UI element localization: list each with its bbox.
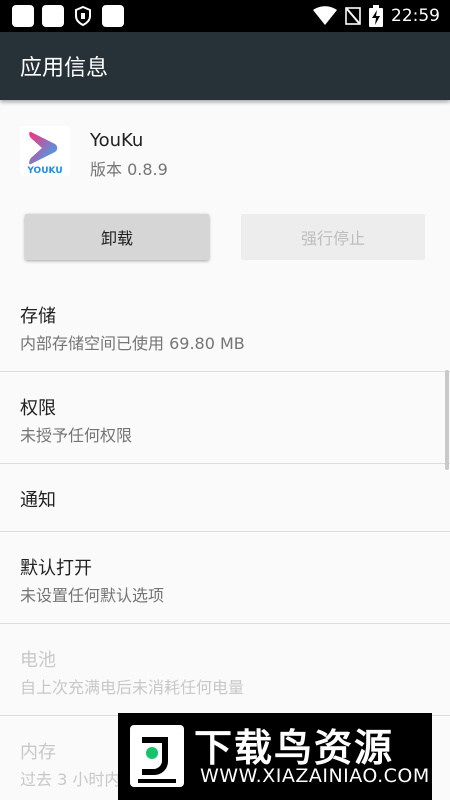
app-icon-text: YOUKU xyxy=(26,166,62,176)
memory-subtitle: 过去 3 小时内 xyxy=(20,770,121,789)
battery-item: 电池 自上次充满电后未消耗任何电量 xyxy=(0,624,450,716)
permissions-subtitle: 未授予任何权限 xyxy=(20,426,133,445)
app-header: YOUKU YouKu 版本 0.8.9 xyxy=(0,100,450,210)
notification-square-icon xyxy=(102,5,124,27)
open-by-default-subtitle: 未设置任何默认选项 xyxy=(20,586,165,605)
app-name: YouKu xyxy=(90,130,144,151)
battery-charging-icon xyxy=(369,5,383,27)
storage-item[interactable]: 存储 内部存储空间已使用 69.80 MB xyxy=(0,280,450,372)
battery-title: 电池 xyxy=(20,650,56,671)
scrollbar[interactable] xyxy=(445,370,449,470)
battery-subtitle: 自上次充满电后未消耗任何电量 xyxy=(20,678,245,697)
uninstall-button[interactable]: 卸载 xyxy=(25,214,209,260)
status-time: 22:59 xyxy=(391,6,440,26)
shield-icon xyxy=(75,6,91,26)
youku-app-icon: YOUKU xyxy=(20,126,70,176)
notifications-title: 通知 xyxy=(20,490,56,511)
watermark-banner: 下载鸟资源 WWW.XIAZAINIAO.COM xyxy=(118,713,432,800)
watermark-url: WWW.XIAZAINIAO.COM xyxy=(200,765,430,787)
force-stop-button[interactable]: 强行停止 xyxy=(241,214,425,260)
status-bar: 22:59 xyxy=(0,0,450,32)
page-title: 应用信息 xyxy=(20,56,109,81)
app-bar: 应用信息 xyxy=(0,32,450,100)
app-version: 版本 0.8.9 xyxy=(90,160,168,179)
watermark-title: 下载鸟资源 xyxy=(194,726,395,770)
memory-title: 内存 xyxy=(20,742,56,763)
wifi-icon xyxy=(313,6,337,25)
notification-square-icon xyxy=(42,5,64,27)
open-by-default-title: 默认打开 xyxy=(20,558,92,579)
permissions-title: 权限 xyxy=(20,398,56,419)
storage-subtitle: 内部存储空间已使用 69.80 MB xyxy=(20,334,245,353)
bird-logo-icon xyxy=(130,725,184,787)
notifications-item[interactable]: 通知 xyxy=(0,464,450,532)
no-signal-icon xyxy=(345,7,361,25)
open-by-default-item[interactable]: 默认打开 未设置任何默认选项 xyxy=(0,532,450,624)
notification-square-icon xyxy=(12,5,34,27)
storage-title: 存储 xyxy=(20,306,56,327)
permissions-item[interactable]: 权限 未授予任何权限 xyxy=(0,372,450,464)
